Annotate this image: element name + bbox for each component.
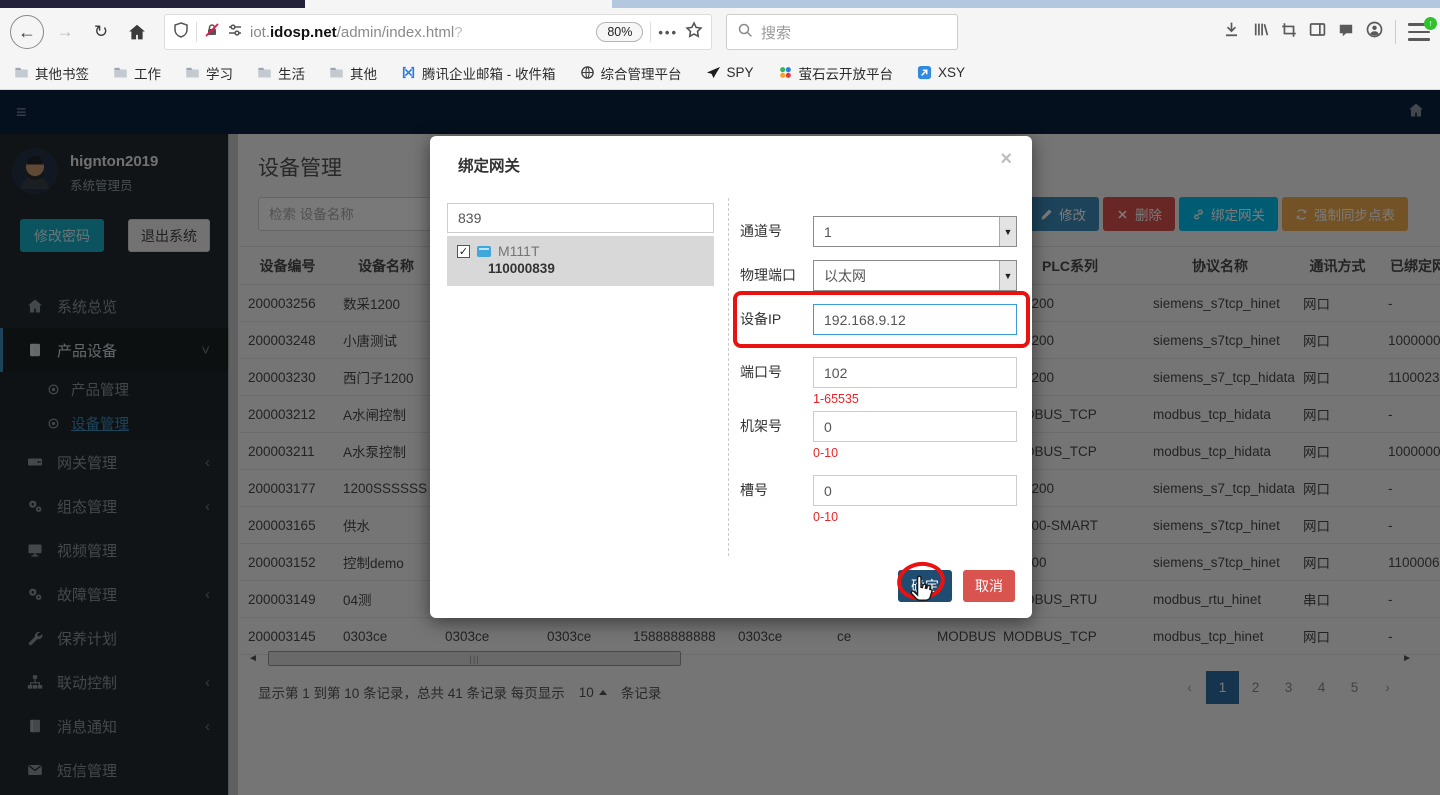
bookmark-item[interactable]: 工作 [113, 63, 161, 83]
port-type-select[interactable]: ▼ [813, 260, 1017, 291]
globe-icon [580, 65, 595, 80]
account-icon [1366, 21, 1383, 38]
titlebar-dark-segment [0, 0, 305, 8]
folder-icon [14, 65, 29, 80]
messages-icon[interactable] [1338, 22, 1354, 43]
shield-icon[interactable] [173, 22, 189, 43]
port-type-label: 物理端口 [740, 260, 813, 291]
search-placeholder: 搜索 [761, 22, 791, 43]
folder-icon [257, 65, 272, 80]
messages-icon [1338, 22, 1354, 38]
active-tab[interactable] [305, 0, 612, 8]
xsy-icon [917, 65, 932, 80]
rack-input[interactable] [813, 411, 1017, 442]
screen: ← → ↻ iot.idosp.net/admin/index.html? 80… [0, 0, 1440, 795]
toolbar-icons: ↑ [1223, 20, 1430, 44]
port-type-value[interactable] [813, 260, 1017, 291]
bookmark-item[interactable]: SPY [706, 65, 754, 80]
menu-button[interactable]: ↑ [1408, 23, 1430, 41]
bookmark-star-icon[interactable] [685, 21, 703, 44]
page-actions-icon[interactable]: ••• [658, 25, 678, 40]
account-icon[interactable] [1366, 21, 1383, 43]
cancel-button[interactable]: 取消 [963, 570, 1015, 602]
gateway-list-item[interactable]: ✓ M111T 110000839 [447, 236, 714, 286]
zoom-level-badge[interactable]: 80% [596, 22, 643, 42]
reload-button[interactable]: ↻ [86, 17, 116, 47]
gateway-id: 110000839 [488, 261, 704, 276]
permissions-icon[interactable] [227, 22, 243, 43]
url-bar[interactable]: iot.idosp.net/admin/index.html? 80% ••• [164, 14, 712, 50]
bookmark-item[interactable]: 萤石云开放平台 [778, 63, 894, 83]
home-button[interactable] [122, 17, 152, 47]
sidebar-toggle-icon[interactable] [1309, 21, 1326, 43]
gateway-checkbox[interactable]: ✓ [457, 245, 470, 258]
page-viewport: ≡ hignton2019 系统管理员 修改密码 退出系统 系统总览产品设备˅产… [0, 90, 1440, 795]
divider [1395, 20, 1396, 44]
downloads-icon[interactable] [1223, 21, 1240, 43]
bookmark-item[interactable]: 腾讯企业邮箱 - 收件箱 [401, 63, 556, 83]
insecure-lock-icon[interactable] [204, 22, 220, 43]
forward-button[interactable]: → [50, 17, 80, 47]
port-hint: 1-65535 [813, 392, 859, 406]
modal-close-icon[interactable]: × [1000, 148, 1012, 171]
search-icon [737, 22, 753, 38]
folder-icon [185, 65, 200, 80]
bookmark-item[interactable]: XSY [917, 65, 965, 80]
annotation-rect [733, 291, 1030, 348]
slot-input[interactable] [813, 475, 1017, 506]
port-label: 端口号 [740, 357, 813, 388]
home-icon [128, 23, 146, 41]
plane-icon [706, 65, 721, 80]
sidebar-toggle-icon [1309, 21, 1326, 38]
update-badge: ↑ [1424, 17, 1437, 30]
divider [196, 22, 197, 42]
bookmark-item[interactable]: 其他 [329, 63, 377, 83]
permissions-icon [227, 22, 243, 38]
channel-select[interactable]: ▼ [813, 216, 1017, 247]
bookmark-item[interactable]: 学习 [185, 63, 233, 83]
gateway-name: M111T [498, 243, 540, 259]
shield-icon [173, 22, 189, 38]
cursor-icon [906, 574, 934, 611]
divider [650, 22, 651, 42]
slot-label: 槽号 [740, 475, 813, 506]
modal-title: 绑定网关 [458, 154, 520, 176]
bookmarks-bar: 其他书签 工作 学习 生活 其他 腾讯企业邮箱 - 收件箱 综合管理平台 SPY 萤石云开放平台… [0, 56, 1440, 90]
bookmark-item[interactable]: 生活 [257, 63, 305, 83]
port-input[interactable] [813, 357, 1017, 388]
screenshot-icon[interactable] [1281, 22, 1297, 43]
gateway-search-input[interactable] [447, 203, 714, 233]
bind-gateway-modal: 绑定网关 × ✓ M111T 110000839 通道号 ▼ [430, 136, 1032, 618]
browser-search-box[interactable]: 搜索 [726, 14, 958, 50]
url-text: iot.idosp.net/admin/index.html? [250, 24, 589, 41]
screenshot-icon [1281, 22, 1297, 38]
titlebar-rest [612, 0, 1440, 8]
bookmark-item[interactable]: 综合管理平台 [580, 63, 682, 83]
search-icon [737, 22, 753, 43]
gateway-device-icon [477, 246, 491, 257]
rack-hint: 0-10 [813, 446, 838, 460]
tencent-mail-icon [401, 65, 416, 80]
back-button[interactable]: ← [10, 15, 44, 49]
library-icon [1252, 21, 1269, 38]
channel-value[interactable] [813, 216, 1017, 247]
insecure-lock-icon [204, 22, 220, 38]
channel-label: 通道号 [740, 216, 813, 247]
slot-hint: 0-10 [813, 510, 838, 524]
chevron-down-icon[interactable]: ▼ [999, 261, 1016, 290]
rack-label: 机架号 [740, 411, 813, 442]
downloads-icon [1223, 21, 1240, 38]
chevron-down-icon[interactable]: ▼ [999, 217, 1016, 246]
browser-tabstrip [0, 0, 1440, 8]
bookmark-item[interactable]: 其他书签 [14, 63, 89, 83]
folder-icon [113, 65, 128, 80]
divider [728, 198, 729, 556]
library-icon[interactable] [1252, 21, 1269, 43]
bookmark-star-icon [685, 21, 703, 39]
browser-toolbar: ← → ↻ iot.idosp.net/admin/index.html? 80… [0, 8, 1440, 56]
ys-dots-icon [778, 65, 793, 80]
folder-icon [329, 65, 344, 80]
